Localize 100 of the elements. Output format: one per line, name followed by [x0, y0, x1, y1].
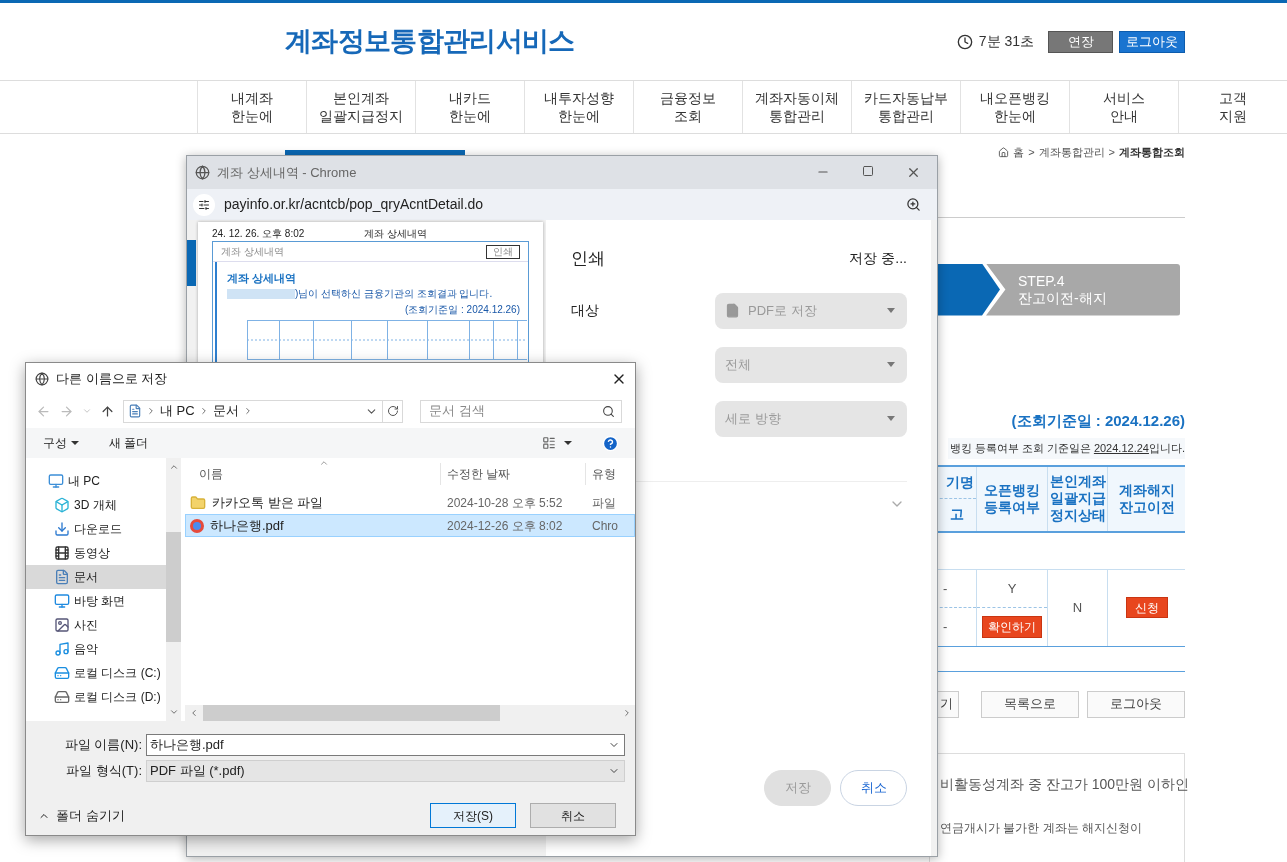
- column-header: 본인계좌 일괄지급 정지상태: [1048, 466, 1108, 531]
- apply-button[interactable]: 신청: [1125, 597, 1168, 618]
- folder-tree-item[interactable]: 동영상: [26, 541, 166, 565]
- session-timer: 7분 31초: [978, 32, 1034, 51]
- page-button[interactable]: 로그아웃: [1087, 690, 1185, 718]
- up-icon[interactable]: [100, 403, 115, 419]
- info-text: 연금개시가 불가한 계좌는 해지신청이: [940, 819, 1143, 837]
- logout-button[interactable]: 로그아웃: [1119, 30, 1185, 53]
- table-cell: Y: [977, 569, 1047, 608]
- menu-item[interactable]: 내카드 한눈에: [415, 81, 524, 133]
- preview-box-title: 계좌 상세내역: [221, 245, 284, 259]
- step-title: 잔고이전-해지: [1018, 289, 1108, 307]
- breadcrumb-item[interactable]: 홈: [1013, 144, 1025, 161]
- field-label: 파일 이름(N):: [63, 735, 143, 754]
- folder-tree-item[interactable]: 로컬 디스크 (C:): [26, 661, 166, 685]
- menu-item[interactable]: 내오픈뱅킹 한눈에: [960, 81, 1069, 133]
- confirm-button[interactable]: 확인하기: [982, 615, 1042, 638]
- download-icon: [54, 521, 70, 537]
- scroll-thumb[interactable]: [166, 532, 181, 642]
- caret-icon[interactable]: [564, 441, 572, 445]
- step-number: STEP.4: [1018, 272, 1066, 290]
- file-name-field[interactable]: 하나은행.pdf: [146, 733, 625, 756]
- organize-button[interactable]: 구성: [43, 434, 79, 452]
- menu-item[interactable]: 서비스 안내: [1069, 81, 1178, 133]
- menu-item[interactable]: 금융정보 조회: [633, 81, 742, 133]
- folder-icon: [190, 494, 206, 511]
- preview-date: 24. 12. 26. 오후 8:02: [212, 228, 305, 239]
- column-header[interactable]: 이름: [185, 463, 441, 485]
- preview-heading: 계좌 상세내역: [227, 272, 298, 285]
- folder-tree-item[interactable]: 문서: [26, 565, 166, 589]
- film-icon: [54, 545, 70, 561]
- folder-tree-item[interactable]: 사진: [26, 613, 166, 637]
- breadcrumb-item[interactable]: 계좌통합관리: [1038, 144, 1105, 161]
- scroll-up-icon[interactable]: [168, 462, 179, 472]
- preview-query-date: (조회기준일 : 2024.12.26): [403, 304, 520, 316]
- blurred-name-mask: [227, 289, 295, 299]
- maximize-icon[interactable]: [862, 165, 874, 177]
- caret-icon: [71, 441, 79, 445]
- globe-icon: [35, 371, 49, 386]
- breadcrumb-item[interactable]: 계좌통합조회: [1119, 144, 1185, 161]
- music-icon: [54, 641, 70, 657]
- cancel-button[interactable]: 취소: [530, 803, 616, 828]
- window-title: 계좌 상세내역 - Chrome: [217, 163, 357, 182]
- column-header: 계좌해지 잔고이전: [1117, 480, 1176, 517]
- scroll-left-icon[interactable]: [189, 708, 199, 718]
- folder-tree-item[interactable]: 바탕 화면: [26, 589, 166, 613]
- computer-icon: [48, 473, 64, 489]
- page-button[interactable]: 목록으로: [981, 690, 1079, 718]
- scroll-down-icon[interactable]: [168, 707, 179, 717]
- field-label: 파일 형식(T):: [65, 761, 143, 780]
- help-icon[interactable]: [602, 434, 619, 452]
- path-segment[interactable]: 문서: [212, 401, 239, 421]
- search-field[interactable]: 문서 검색: [420, 399, 622, 423]
- table-cell: N: [1048, 569, 1108, 646]
- path-segment[interactable]: 내 PC: [160, 401, 195, 421]
- folder-tree-item[interactable]: 로컬 디스크 (D:): [26, 685, 166, 709]
- home-icon: [998, 146, 1010, 158]
- cancel-button[interactable]: 취소: [840, 770, 907, 806]
- breadcrumb-separator: >: [1108, 145, 1115, 160]
- folder-tree-item[interactable]: 음악: [26, 637, 166, 661]
- column-header[interactable]: 유형: [586, 463, 635, 485]
- folder-tree-item[interactable]: 다운로드: [26, 517, 166, 541]
- cube-icon: [54, 497, 70, 513]
- menu-item[interactable]: 내투자성향 한눈에: [524, 81, 633, 133]
- table-cell-text: -: [942, 618, 949, 636]
- folder-tree-item[interactable]: 내 PC: [26, 469, 166, 493]
- dialog-title: 다른 이름으로 저장: [56, 369, 168, 388]
- file-row[interactable]: 하나은행.pdf 2024-12-26 오후 8:02 Chro: [185, 514, 635, 537]
- menu-item[interactable]: 본인계좌 일괄지급정지: [306, 81, 415, 133]
- file-type-select[interactable]: PDF 파일 (*.pdf): [146, 759, 625, 782]
- column-header: 오픈뱅킹 등록여부: [977, 466, 1048, 531]
- dropdown-caret-icon: [887, 362, 895, 367]
- query-date: (조회기준일 : 2024.12.26): [1011, 410, 1185, 431]
- view-icon[interactable]: [542, 436, 556, 450]
- menu-item[interactable]: 고객 지원: [1178, 81, 1287, 133]
- zoom-icon[interactable]: [906, 197, 921, 212]
- menu-item[interactable]: 내계좌 한눈에: [197, 81, 306, 133]
- file-icon: [725, 303, 740, 318]
- extend-button[interactable]: 연장: [1048, 30, 1113, 53]
- globe-icon: [195, 165, 210, 180]
- column-header[interactable]: 수정한 날짜: [441, 463, 586, 485]
- menu-item[interactable]: 계좌자동이체 통합관리: [742, 81, 851, 133]
- scroll-right-icon[interactable]: [622, 708, 632, 718]
- hide-folders-button[interactable]: 폴더 숨기기: [38, 805, 125, 826]
- dropdown-caret-icon: [887, 416, 895, 421]
- desktop-icon: [54, 593, 70, 609]
- drive-icon: [54, 689, 70, 705]
- drive-icon: [54, 665, 70, 681]
- site-title[interactable]: 계좌정보통합관리서비스: [285, 21, 575, 62]
- new-folder-button[interactable]: 새 폴더: [109, 434, 149, 452]
- breadcrumb-separator: >: [1028, 145, 1035, 160]
- address-field[interactable]: 내 PC 문서: [123, 399, 403, 423]
- clock-icon: [956, 33, 973, 50]
- menu-item[interactable]: 카드자동납부 통합관리: [851, 81, 960, 133]
- dropdown-caret-icon: [887, 308, 895, 313]
- folder-tree-item[interactable]: 3D 개체: [26, 493, 166, 517]
- site-settings-button[interactable]: [193, 193, 215, 216]
- save-button[interactable]: 저장(S): [430, 803, 516, 828]
- file-row[interactable]: 카카오톡 받은 파일 2024-10-28 오후 5:52 파일: [185, 491, 635, 514]
- scroll-thumb[interactable]: [203, 705, 500, 721]
